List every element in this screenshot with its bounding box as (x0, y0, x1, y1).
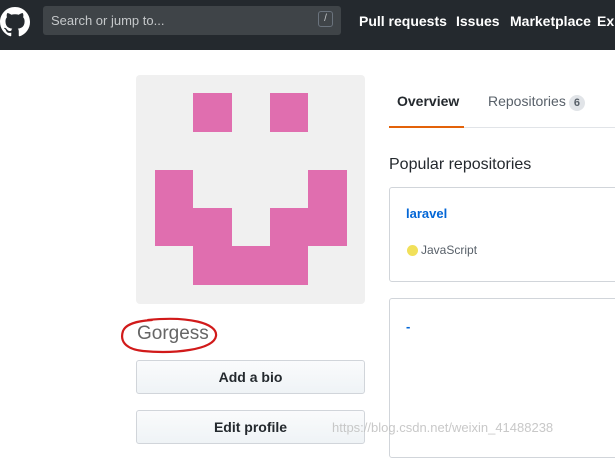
add-bio-button[interactable]: Add a bio (136, 360, 365, 394)
popular-repositories-heading: Popular repositories (389, 156, 532, 173)
search-input[interactable]: Search or jump to... / (43, 6, 341, 35)
tab-overview[interactable]: Overview (397, 93, 459, 109)
repo-language: JavaScript (421, 243, 478, 257)
search-placeholder: Search or jump to... (51, 13, 165, 28)
red-circle-annotation (121, 317, 218, 354)
avatar[interactable] (136, 75, 365, 304)
nav-pull-requests[interactable]: Pull requests (359, 13, 447, 29)
watermark: https://blog.csdn.net/weixin_41488238 (332, 420, 554, 435)
repo-card: laravel JavaScript (389, 187, 615, 282)
edit-profile-button[interactable]: Edit profile (136, 410, 365, 444)
slash-shortcut-key: / (318, 11, 333, 27)
nav-explore[interactable]: Ex (597, 13, 614, 29)
tab-repositories-label: Repositories (488, 93, 566, 109)
repositories-count: 6 (568, 95, 585, 111)
repo-link[interactable]: - (406, 319, 410, 334)
github-octocat-icon[interactable] (0, 7, 30, 37)
selected-tab-indicator (389, 126, 464, 128)
top-header: Search or jump to... / Pull requests Iss… (0, 0, 615, 50)
nav-marketplace[interactable]: Marketplace (510, 13, 591, 29)
repo-link[interactable]: laravel (406, 206, 447, 221)
tab-repositories[interactable]: Repositories 6 (488, 93, 585, 111)
language-color-dot (407, 245, 418, 256)
nav-issues[interactable]: Issues (456, 13, 500, 29)
identicon-graphic (155, 93, 347, 285)
